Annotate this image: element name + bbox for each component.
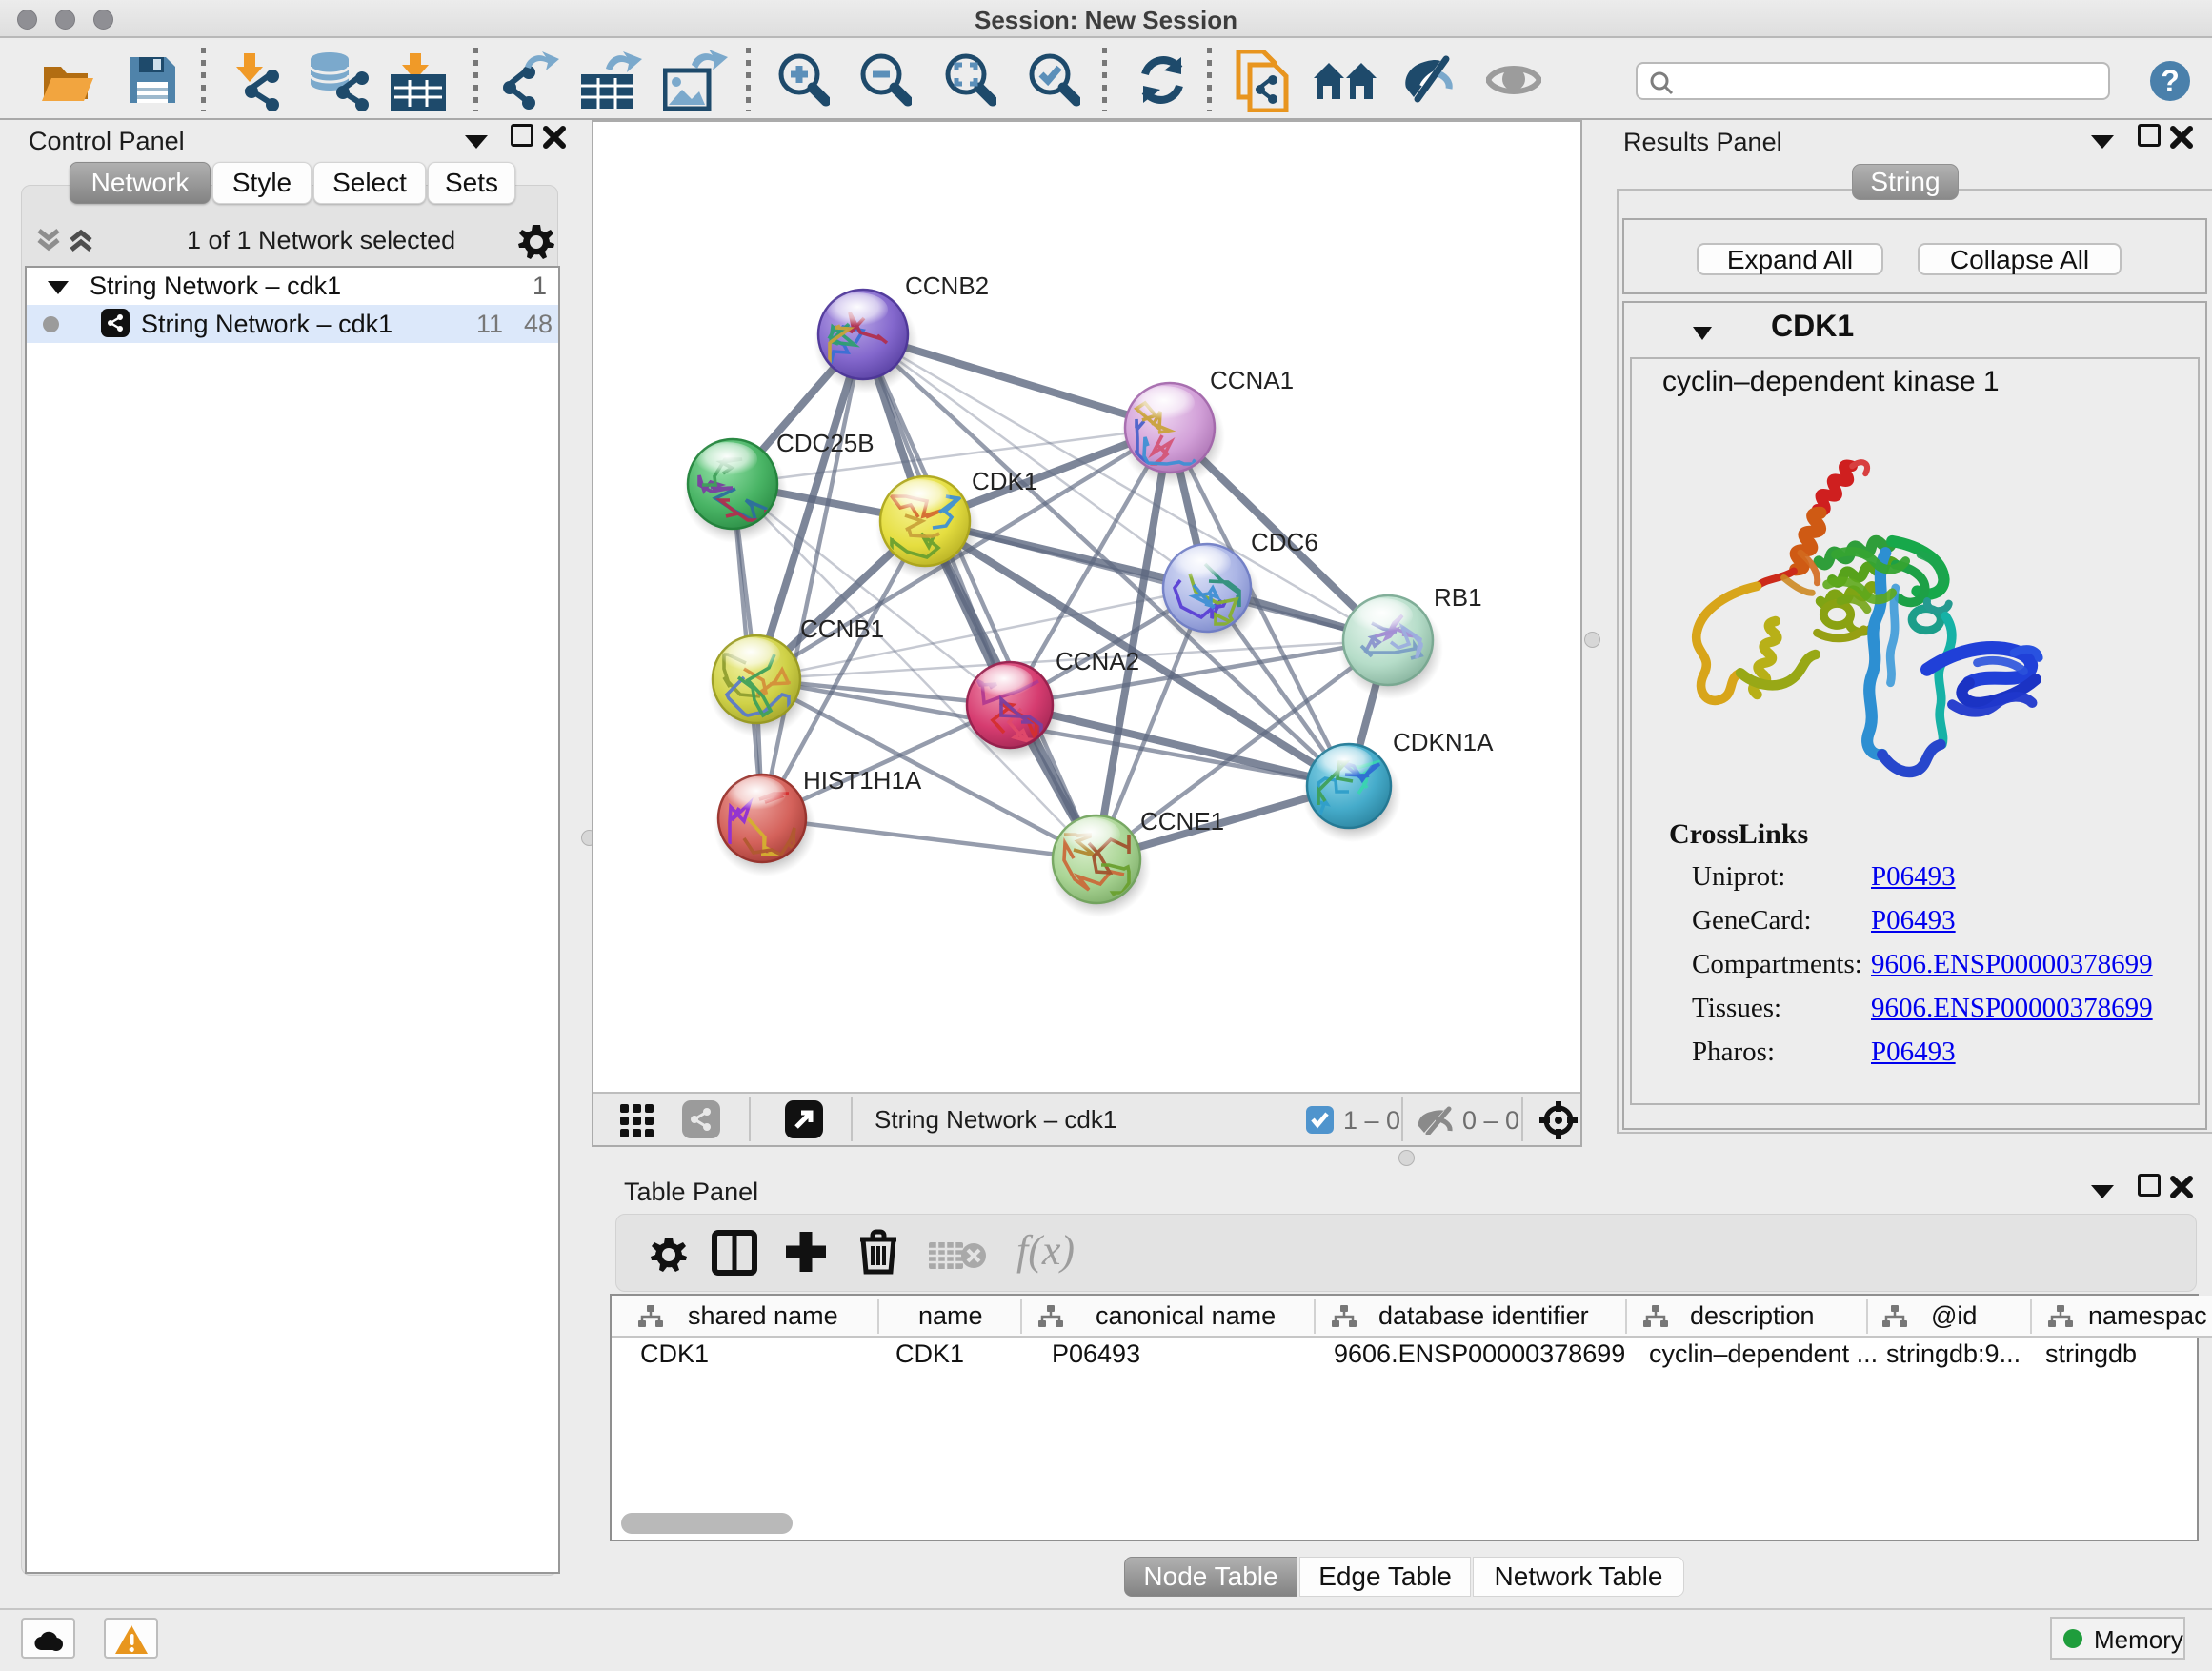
svg-text:CDC6: CDC6 xyxy=(1251,528,1318,556)
svg-text:CCNE1: CCNE1 xyxy=(1140,807,1224,836)
svg-text:CCNA1: CCNA1 xyxy=(1210,366,1294,394)
svg-text:CCNB1: CCNB1 xyxy=(800,614,884,643)
svg-text:CCNB2: CCNB2 xyxy=(905,272,989,300)
svg-text:CCNA2: CCNA2 xyxy=(1056,647,1139,675)
svg-text:CDKN1A: CDKN1A xyxy=(1393,728,1494,756)
svg-text:CDK1: CDK1 xyxy=(972,467,1037,495)
svg-text:RB1: RB1 xyxy=(1434,583,1482,612)
svg-text:CDC25B: CDC25B xyxy=(776,429,875,457)
svg-text:HIST1H1A: HIST1H1A xyxy=(803,766,922,795)
